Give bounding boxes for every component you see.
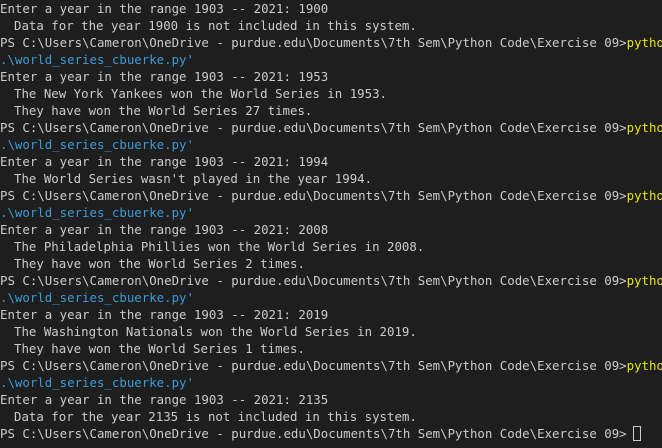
- terminal-output[interactable]: Enter a year in the range 1903 -- 2021: …: [0, 0, 662, 448]
- prompt-path: PS C:\Users\Cameron\OneDrive - purdue.ed…: [0, 273, 627, 288]
- terminal-line: The World Series wasn't played in the ye…: [0, 170, 662, 187]
- shell-prompt-line: PS C:\Users\Cameron\OneDrive - purdue.ed…: [0, 187, 662, 204]
- command-text: python: [626, 273, 662, 288]
- input-prompt-text: Enter a year in the range 1903 -- 2021: …: [0, 222, 329, 237]
- prompt-path: PS C:\Users\Cameron\OneDrive - purdue.ed…: [0, 426, 627, 441]
- terminal-line: Data for the year 1900 is not included i…: [0, 17, 662, 34]
- shell-prompt-line: PS C:\Users\Cameron\OneDrive - purdue.ed…: [0, 119, 662, 136]
- script-argument: .\world_series_cbuerke.py': [0, 205, 194, 220]
- terminal-line: The Philadelphia Phillies won the World …: [0, 238, 662, 255]
- input-prompt-text: Enter a year in the range 1903 -- 2021: …: [0, 69, 329, 84]
- command-continuation-line: .\world_series_cbuerke.py': [0, 136, 662, 153]
- script-argument: .\world_series_cbuerke.py': [0, 52, 194, 67]
- terminal-line: The New York Yankees won the World Serie…: [0, 85, 662, 102]
- input-prompt-text: Enter a year in the range 1903 -- 2021: …: [0, 307, 329, 322]
- output-text: The World Series wasn't played in the ye…: [14, 171, 373, 186]
- terminal-line: Enter a year in the range 1903 -- 2021: …: [0, 153, 662, 170]
- terminal-line: Enter a year in the range 1903 -- 2021: …: [0, 306, 662, 323]
- prompt-path: PS C:\Users\Cameron\OneDrive - purdue.ed…: [0, 188, 627, 203]
- terminal-cursor[interactable]: [632, 426, 641, 441]
- terminal-line: The Washington Nationals won the World S…: [0, 323, 662, 340]
- output-text: The Philadelphia Phillies won the World …: [14, 239, 425, 254]
- output-text: The Washington Nationals won the World S…: [14, 324, 417, 339]
- output-text: They have won the World Series 2 times.: [14, 256, 305, 271]
- input-prompt-text: Enter a year in the range 1903 -- 2021: …: [0, 1, 329, 16]
- script-argument: .\world_series_cbuerke.py': [0, 137, 194, 152]
- command-text: python: [626, 35, 662, 50]
- input-prompt-text: Enter a year in the range 1903 -- 2021: …: [0, 154, 329, 169]
- terminal-line: They have won the World Series 27 times.: [0, 102, 662, 119]
- terminal-line: Data for the year 2135 is not included i…: [0, 408, 662, 425]
- command-continuation-line: .\world_series_cbuerke.py': [0, 51, 662, 68]
- prompt-path: PS C:\Users\Cameron\OneDrive - purdue.ed…: [0, 120, 627, 135]
- shell-prompt-line: PS C:\Users\Cameron\OneDrive - purdue.ed…: [0, 272, 662, 289]
- prompt-path: PS C:\Users\Cameron\OneDrive - purdue.ed…: [0, 358, 627, 373]
- script-argument: .\world_series_cbuerke.py': [0, 375, 194, 390]
- shell-prompt-line: PS C:\Users\Cameron\OneDrive - purdue.ed…: [0, 34, 662, 51]
- terminal-line: They have won the World Series 1 times.: [0, 340, 662, 357]
- command-continuation-line: .\world_series_cbuerke.py': [0, 289, 662, 306]
- shell-prompt-line-active[interactable]: PS C:\Users\Cameron\OneDrive - purdue.ed…: [0, 425, 662, 442]
- command-text: python: [626, 120, 662, 135]
- script-argument: .\world_series_cbuerke.py': [0, 290, 194, 305]
- output-text: The New York Yankees won the World Serie…: [14, 86, 387, 101]
- output-text: They have won the World Series 27 times.: [14, 103, 313, 118]
- terminal-line: Enter a year in the range 1903 -- 2021: …: [0, 0, 662, 17]
- output-text: Data for the year 1900 is not included i…: [14, 18, 417, 33]
- command-continuation-line: .\world_series_cbuerke.py': [0, 374, 662, 391]
- command-text: python: [626, 188, 662, 203]
- command-text: python: [626, 358, 662, 373]
- input-prompt-text: Enter a year in the range 1903 -- 2021: …: [0, 392, 329, 407]
- shell-prompt-line: PS C:\Users\Cameron\OneDrive - purdue.ed…: [0, 357, 662, 374]
- output-text: Data for the year 2135 is not included i…: [14, 409, 417, 424]
- terminal-line: Enter a year in the range 1903 -- 2021: …: [0, 68, 662, 85]
- prompt-path: PS C:\Users\Cameron\OneDrive - purdue.ed…: [0, 35, 627, 50]
- terminal-line: Enter a year in the range 1903 -- 2021: …: [0, 221, 662, 238]
- terminal-line: They have won the World Series 2 times.: [0, 255, 662, 272]
- command-continuation-line: .\world_series_cbuerke.py': [0, 204, 662, 221]
- terminal-line: Enter a year in the range 1903 -- 2021: …: [0, 391, 662, 408]
- output-text: They have won the World Series 1 times.: [14, 341, 305, 356]
